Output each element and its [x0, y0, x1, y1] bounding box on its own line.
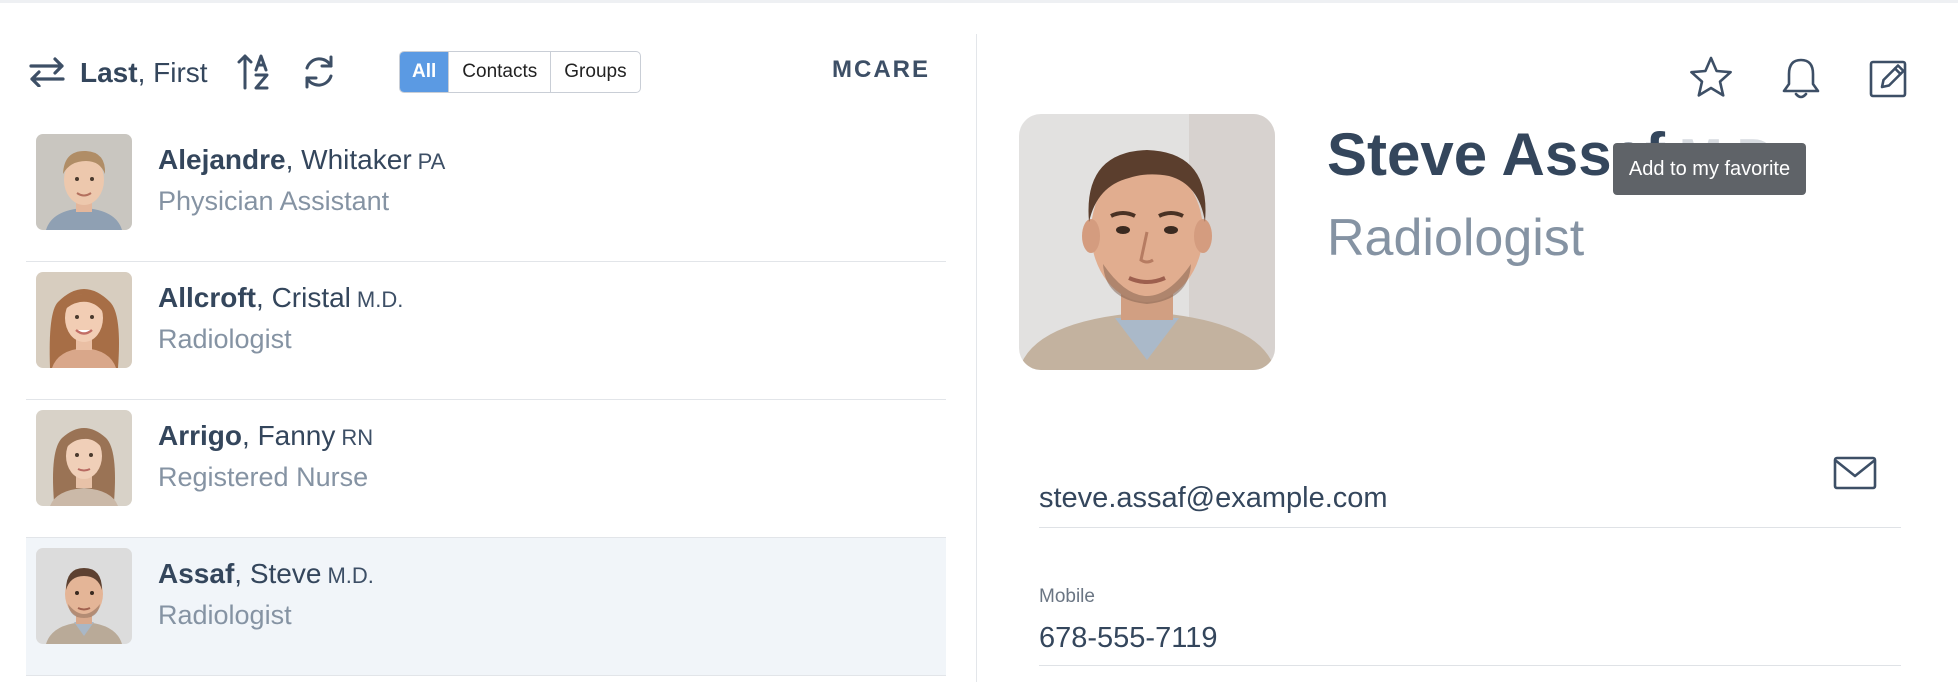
filter-groups-button[interactable]: Groups — [551, 52, 639, 92]
sort-order-toggle[interactable]: Last, First — [80, 57, 208, 89]
contact-detail-pane: Steve AssafM.D. Radiologist Add to my fa… — [977, 0, 1958, 682]
mobile-label: Mobile — [1039, 586, 1095, 607]
sort-primary-label: Last — [80, 57, 138, 88]
contact-role: Radiologist — [158, 600, 292, 630]
mobile-value[interactable]: 678-555-7119 — [1039, 622, 1217, 655]
avatar — [36, 134, 132, 230]
contact-last-name: Allcroft — [158, 282, 256, 313]
avatar — [36, 410, 132, 506]
mobile-field: Mobile 678-555-7119 — [1039, 586, 1901, 666]
contact-list: Alejandre, Whitaker PA Physician Assistan… — [26, 124, 946, 676]
list-toolbar: Last, First All Contacts Groups MCARE — [0, 46, 977, 100]
star-icon[interactable] — [1687, 54, 1735, 102]
contact-credential: M.D. — [327, 563, 374, 588]
contact-name: Allcroft, Cristal M.D. — [158, 282, 404, 313]
contact-first-name: Whitaker — [301, 144, 412, 175]
sort-az-icon[interactable] — [236, 52, 274, 92]
filter-segmented-control: All Contacts Groups — [399, 51, 641, 93]
contact-name: Alejandre, Whitaker PA — [158, 144, 446, 175]
filter-all-button[interactable]: All — [400, 52, 450, 92]
contact-last-name: Alejandre — [158, 144, 286, 175]
contact-first-name: Cristal — [271, 282, 351, 313]
contact-credential: M.D. — [356, 287, 404, 312]
bell-icon[interactable] — [1777, 54, 1825, 102]
brand-label: MCARE — [832, 56, 930, 83]
contact-role: Registered Nurse — [158, 462, 369, 492]
contact-last-name: Arrigo — [158, 420, 242, 451]
email-field: steve.assaf@example.com — [1039, 478, 1901, 528]
contact-role: Radiologist — [158, 324, 292, 354]
contact-name: Assaf, Steve M.D. — [158, 558, 374, 589]
contact-list-pane: Last, First All Contacts Groups MCARE Al… — [0, 0, 977, 682]
refresh-icon[interactable] — [300, 52, 338, 92]
contact-photo — [1019, 114, 1275, 370]
edit-icon[interactable] — [1865, 54, 1913, 102]
contact-name: Arrigo, Fanny RN — [158, 420, 374, 451]
contact-last-name: Assaf — [158, 558, 235, 589]
contact-first-name: Fanny — [257, 420, 336, 451]
list-item[interactable]: Allcroft, Cristal M.D. Radiologist — [26, 262, 946, 400]
contact-credential: PA — [417, 149, 446, 174]
list-item[interactable]: Arrigo, Fanny RN Registered Nurse — [26, 400, 946, 538]
contact-role: Physician Assistant — [158, 186, 390, 216]
swap-arrows-icon[interactable] — [28, 56, 66, 88]
avatar — [36, 272, 132, 368]
sort-secondary-label: First — [153, 57, 208, 88]
filter-contacts-button[interactable]: Contacts — [449, 52, 552, 92]
sort-separator: , — [137, 57, 154, 88]
email-value[interactable]: steve.assaf@example.com — [1039, 482, 1388, 515]
list-item-selected[interactable]: Assaf, Steve M.D. Radiologist — [26, 538, 946, 676]
avatar — [36, 548, 132, 644]
contact-credential: RN — [341, 425, 374, 450]
favorite-tooltip: Add to my favorite — [1613, 143, 1806, 195]
list-item[interactable]: Alejandre, Whitaker PA Physician Assistan… — [26, 124, 946, 262]
contact-first-name: Steve — [249, 558, 322, 589]
detail-role: Radiologist — [1327, 209, 1585, 267]
